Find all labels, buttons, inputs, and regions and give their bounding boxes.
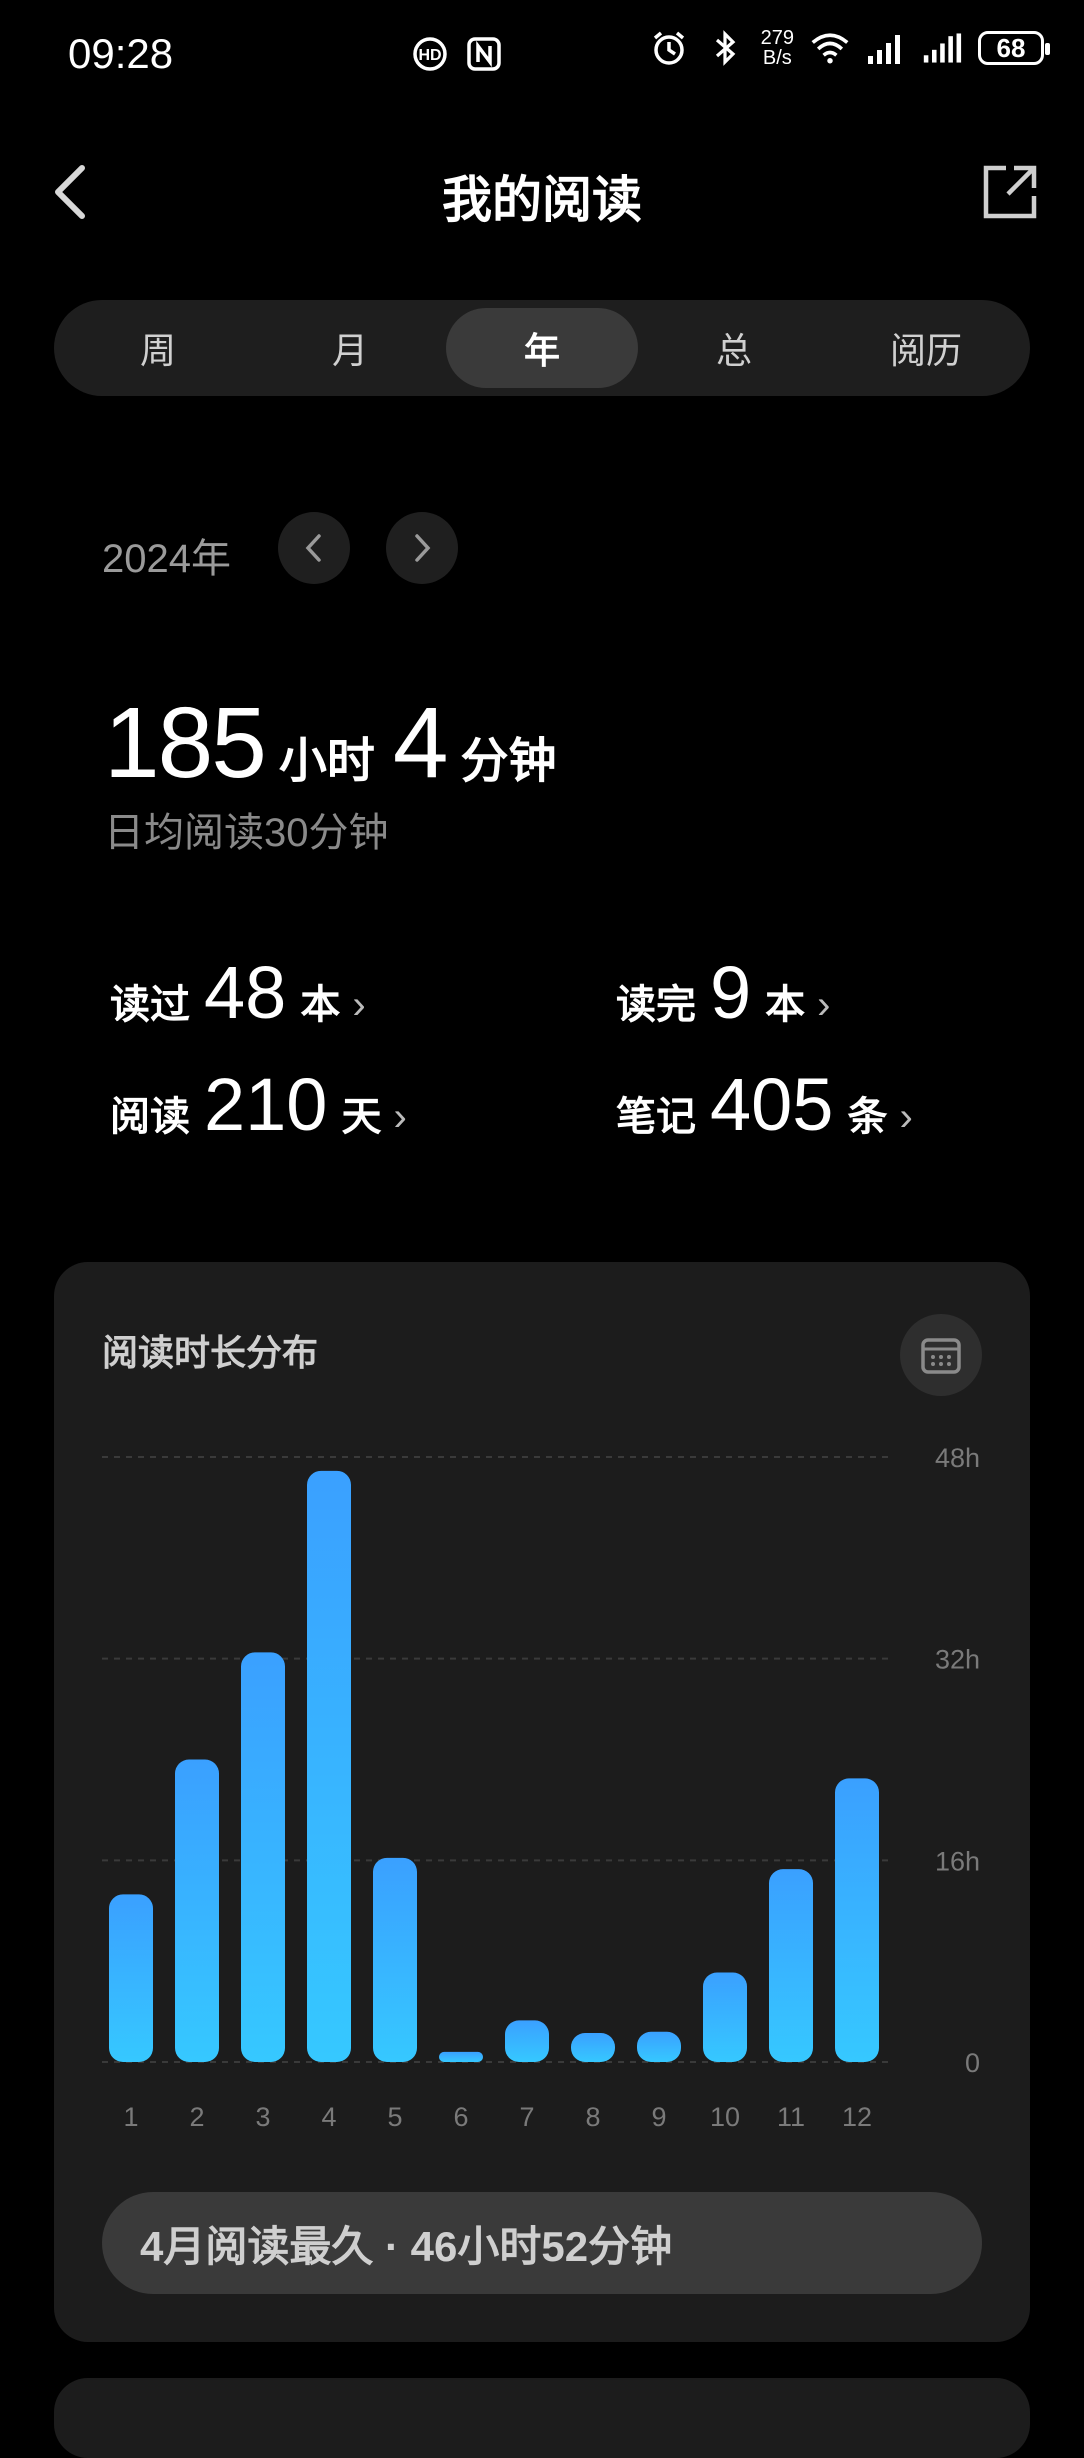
chart-bar-8[interactable] [571,2033,615,2062]
x-tick-label: 2 [189,2102,204,2132]
chevron-right-icon: › [899,1095,913,1139]
stat-unit: 天 [341,1095,382,1139]
net-speed-unit: B/s [762,47,792,69]
stat-notes[interactable]: 笔记 405 条 › [616,1062,913,1147]
stat-value: 9 [710,951,752,1034]
chart-y-labels: 0 16h 32h 48h [935,1443,980,2078]
chart-bar-11[interactable] [769,1869,813,2062]
chart-bar-7[interactable] [505,2020,549,2062]
stat-unit: 本 [765,983,806,1027]
page-title: 我的阅读 [442,172,642,228]
stat-value: 48 [204,951,287,1034]
x-tick-label: 4 [321,2102,336,2132]
tab-history[interactable]: 阅历 [830,308,1022,388]
stat-reading-days[interactable]: 阅读 210 天 › [110,1062,407,1147]
tab-total[interactable]: 总 [638,308,830,388]
y-tick-label: 48h [935,1443,980,1473]
net-speed-value: 279 [760,27,794,49]
y-tick-label: 32h [935,1645,980,1675]
reading-duration-card: 阅读时长分布 1 2 3 4 5 6 7 8 9 10 11 12 0 16h 32h 48h 4月阅读最久… [54,1262,1030,2342]
stat-value: 405 [710,1063,834,1146]
chart-bar-3[interactable] [241,1652,285,2062]
x-tick-label: 9 [651,2102,666,2132]
stat-books-finished[interactable]: 读完 9 本 › [616,950,830,1035]
chart-bar-1[interactable] [109,1894,153,2062]
x-tick-label: 5 [387,2102,402,2132]
stat-unit: 本 [300,983,341,1027]
tab-month[interactable]: 月 [254,308,446,388]
stat-books-read[interactable]: 读过 48 本 › [110,950,366,1035]
chart-bar-5[interactable] [373,1857,417,2062]
prev-year-button[interactable] [278,512,350,584]
chevron-right-icon: › [393,1095,407,1139]
svg-text:HD: HD [418,47,441,64]
x-tick-label: 12 [842,2102,872,2132]
highlight-summary: 4月阅读最久 · 46小时52分钟 [102,2192,982,2294]
stat-value: 210 [204,1063,328,1146]
chart-bar-2[interactable] [175,1759,219,2063]
chart-bar-4[interactable] [307,1470,351,2062]
chevron-right-icon: › [817,983,831,1027]
daily-average: 日均阅读30分钟 [104,811,389,855]
stat-label: 笔记 [616,1095,696,1139]
reading-duration-chart: 1 2 3 4 5 6 7 8 9 10 11 12 016h32h48h [102,1443,980,2132]
tab-year[interactable]: 年 [446,308,638,388]
chart-bar-6[interactable] [439,2051,483,2062]
bluetooth-icon [705,28,745,68]
stat-unit: 条 [847,1095,888,1139]
period-tabs: 周 月 年 总 阅历 [54,300,1030,396]
total-reading-time: 185 小时 4 分钟 [104,686,575,801]
x-tick-label: 6 [453,2102,468,2132]
stat-label: 阅读 [110,1095,190,1139]
x-tick-label: 10 [710,2102,740,2132]
y-tick-label: 16h [935,1846,980,1876]
stat-label: 读过 [110,983,190,1027]
next-year-button[interactable] [386,512,458,584]
share-button[interactable] [978,158,1042,226]
alarm-icon [649,28,689,68]
chevron-right-icon: › [352,983,366,1027]
total-hours: 185 [104,687,267,799]
x-tick-label: 3 [255,2102,270,2132]
x-tick-label: 8 [585,2102,600,2132]
status-right-icons: 279 B/s 68 [649,28,1050,68]
chart-bar-10[interactable] [703,1972,747,2062]
chart-bars [109,1470,879,2063]
y-tick-label: 0 [965,2048,980,2078]
x-tick-label: 1 [123,2102,138,2132]
chevron-right-icon [415,534,431,562]
signal-icon-2 [922,28,962,68]
tab-week[interactable]: 周 [62,308,254,388]
minutes-unit: 分钟 [460,735,557,788]
signal-icon [866,28,906,68]
period-label: 2024年 [102,537,231,581]
chevron-left-icon [305,534,321,562]
status-time: 09:28 [68,30,174,77]
wifi-icon [810,28,850,68]
x-tick-label: 11 [777,2102,805,2132]
chart-bar-12[interactable] [835,1778,879,2062]
status-left-icons: HD [410,34,504,74]
chart-bar-9[interactable] [637,2031,681,2062]
chart-x-labels: 1 2 3 4 5 6 7 8 9 10 11 12 [123,2102,872,2132]
hours-unit: 小时 [278,735,375,788]
nfc-icon [464,34,504,74]
hd-call-icon: HD [410,34,450,74]
x-tick-label: 7 [519,2102,534,2132]
total-minutes: 4 [392,687,449,799]
network-speed: 279 B/s [761,28,794,68]
battery-icon: 68 [978,31,1050,65]
stat-label: 读完 [616,983,696,1027]
next-card-partial [54,2378,1030,2458]
share-icon [983,165,1037,219]
